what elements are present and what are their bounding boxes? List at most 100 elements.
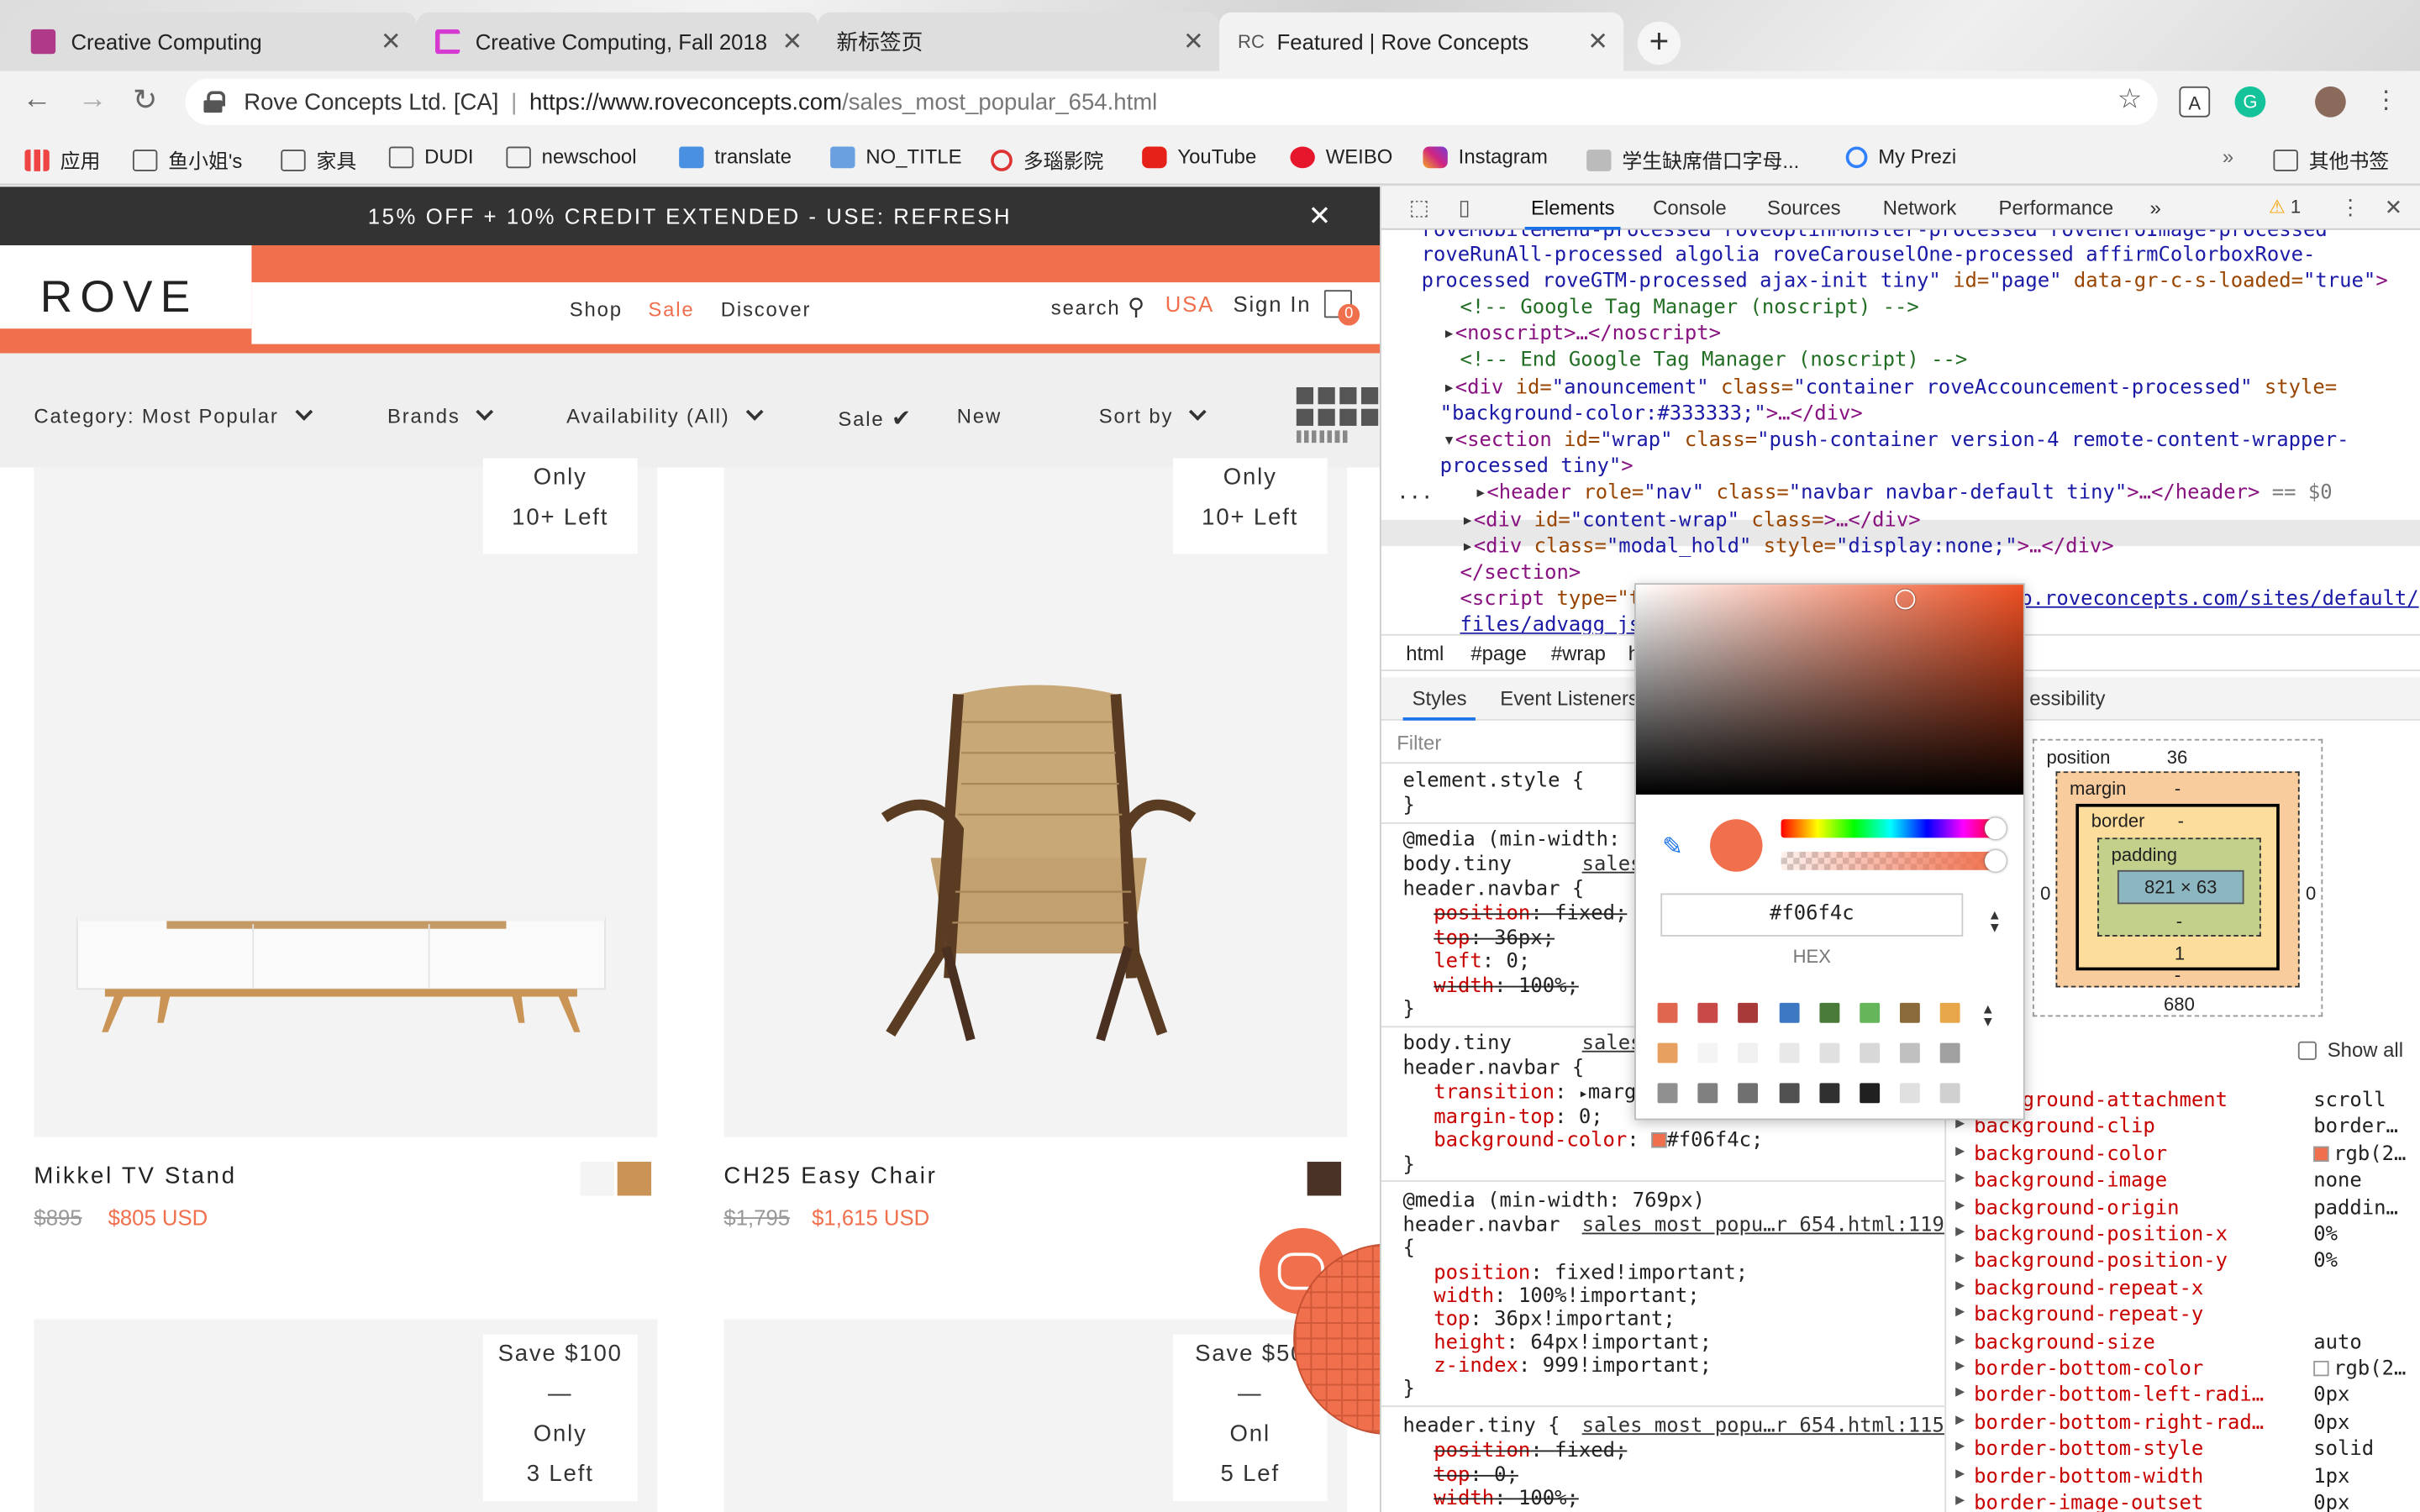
omnibox[interactable]: Rove Concepts Ltd. [CA] | https://www.ro… — [185, 78, 2158, 125]
palette-swatch[interactable] — [1860, 1002, 1881, 1023]
new-tab-button[interactable]: + — [1637, 21, 1681, 66]
palette-swatch[interactable] — [1940, 1002, 1961, 1023]
dom-line[interactable]: ▸<noscript>…</noscript> — [1443, 321, 1721, 348]
collapse-triangle-icon[interactable]: ▾ — [1443, 429, 1455, 453]
dom-line[interactable]: processed tiny"> — [1440, 454, 1634, 480]
rule-selector[interactable]: body.tiny — [1403, 853, 1512, 877]
palette-swatch[interactable] — [1819, 1083, 1839, 1104]
reload-icon[interactable]: ↻ — [127, 83, 164, 118]
tab-new-tab-page[interactable]: 新标签页 ✕ — [818, 12, 1219, 71]
nav-shop[interactable]: Shop — [570, 297, 623, 321]
expand-triangle-icon[interactable]: ▶ — [1955, 1224, 1965, 1241]
dom-line[interactable]: p.roveconcepts.com/sites/default/ — [2020, 586, 2418, 613]
bookmark-weibo[interactable]: WEIBO — [1290, 145, 1392, 168]
palette-swatch[interactable] — [1860, 1083, 1881, 1104]
more-tabs-icon[interactable]: » — [2150, 196, 2161, 219]
color-swatch[interactable] — [1651, 1132, 1667, 1148]
site-identity[interactable]: Rove Concepts Ltd. [CA] — [244, 89, 498, 115]
expand-triangle-icon[interactable]: ▶ — [1955, 1304, 1965, 1320]
profile-avatar-icon[interactable] — [2315, 86, 2346, 118]
rule-source-link[interactable]: sales — [1582, 1032, 1643, 1056]
css-declaration[interactable]: margin-top: 0; — [1434, 1106, 1602, 1130]
box-value[interactable]: - — [2178, 810, 2184, 832]
palette-swatch[interactable] — [1940, 1042, 1961, 1063]
box-content[interactable]: 821 × 63 — [2117, 869, 2244, 905]
rule-selector[interactable]: body.tiny — [1403, 1032, 1512, 1056]
nav-sale[interactable]: Sale — [648, 297, 694, 321]
css-declaration[interactable]: width: 100%; — [1434, 975, 1579, 999]
bookmark-youtube[interactable]: YouTube — [1142, 145, 1256, 168]
expand-triangle-icon[interactable]: ▶ — [1955, 1277, 1965, 1294]
bookmark-no-title[interactable]: NO_TITLE — [830, 145, 961, 168]
close-icon[interactable]: ✕ — [2385, 194, 2403, 220]
saturation-value-area[interactable] — [1635, 585, 2023, 795]
palette-swatch[interactable] — [1860, 1042, 1881, 1063]
expand-triangle-icon[interactable]: ▸ — [1461, 509, 1473, 533]
close-icon[interactable]: ✕ — [1587, 26, 1608, 57]
breadcrumb-item[interactable]: #wrap — [1551, 642, 1606, 665]
ellipsis-icon[interactable]: ... — [1397, 481, 1433, 505]
grammarly-icon[interactable]: G — [2234, 86, 2266, 118]
box-value[interactable]: 680 — [2164, 994, 2195, 1016]
css-declaration[interactable]: top: 36px!important; — [1434, 1309, 1676, 1332]
tab-event-listeners[interactable]: Event Listeners — [1500, 686, 1639, 710]
palette-swatch[interactable] — [1819, 1002, 1839, 1023]
expand-triangle-icon[interactable]: ▸ — [1475, 481, 1486, 505]
css-declaration[interactable]: height: 64px!important; — [1434, 1331, 1712, 1355]
grid-view-icon[interactable] — [1296, 387, 1380, 444]
expand-triangle-icon[interactable]: ▶ — [1955, 1492, 1965, 1509]
box-value[interactable]: 0 — [2040, 883, 2050, 905]
computed-property-row[interactable]: ▶ background-repeat-x — [1946, 1277, 2420, 1304]
product-name[interactable]: CH25 Easy Chair — [723, 1163, 937, 1189]
color-cursor[interactable] — [1895, 589, 1916, 610]
tab-accessibility[interactable]: essibility — [2029, 686, 2105, 710]
palette-swatch[interactable] — [1819, 1042, 1839, 1063]
dom-line[interactable]: "background-color:#333333;">…</div> — [1440, 402, 1863, 428]
palette-swatch[interactable] — [1738, 1002, 1759, 1023]
color-swatch[interactable] — [2313, 1146, 2329, 1162]
tab-creative-computing-fall-2018[interactable]: Creative Computing, Fall 2018 ✕ — [416, 12, 818, 71]
hue-slider[interactable] — [1781, 817, 2007, 840]
sign-in-link[interactable]: Sign In — [1234, 291, 1312, 316]
device-toolbar-icon[interactable]: ▯ — [1459, 194, 1470, 220]
palette-swatch[interactable] — [1657, 1002, 1678, 1023]
new-filter[interactable]: New — [957, 404, 1002, 428]
sale-filter[interactable]: Sale ✔ — [838, 404, 913, 432]
css-declaration[interactable]: z-index: 999!important; — [1434, 1355, 1712, 1378]
dom-line[interactable]: ▸<div id="anouncement" class="container … — [1443, 375, 2337, 402]
css-declaration[interactable]: left: 0; — [1434, 950, 1530, 974]
bookmark-star-icon[interactable]: ☆ — [2118, 83, 2143, 116]
computed-property-row[interactable]: ▶ background-repeat-y — [1946, 1304, 2420, 1331]
dom-line[interactable]: <script type="t — [1460, 586, 1642, 613]
dom-line[interactable]: ▸<div class="modal_hold" style="display:… — [1461, 533, 2113, 560]
dom-line[interactable]: files/advagg_js — [1460, 612, 1642, 634]
expand-triangle-icon[interactable]: ▶ — [1955, 1250, 1965, 1267]
expand-triangle-icon[interactable]: ▶ — [1955, 1143, 1965, 1160]
palette-swatch[interactable] — [1940, 1083, 1961, 1104]
expand-triangle-icon[interactable]: ▶ — [1955, 1465, 1965, 1482]
box-value[interactable]: 0 — [2306, 883, 2316, 905]
site-logo[interactable]: ROVE — [0, 245, 252, 329]
computed-property-row[interactable]: ▶ background-origin paddin… — [1946, 1197, 2420, 1224]
bookmark-prezi[interactable]: My Prezi — [1845, 145, 1956, 168]
color-swatch[interactable] — [617, 1162, 652, 1196]
css-declaration[interactable]: transition: ▸marg — [1434, 1082, 1636, 1107]
source-link[interactable]: sales — [1582, 1032, 1643, 1056]
kebab-menu-icon[interactable]: ⋮ — [2370, 87, 2402, 118]
warnings-badge[interactable]: ⚠ 1 — [2269, 196, 2301, 218]
expand-triangle-icon[interactable]: ▸ — [1443, 323, 1455, 346]
bookmark-folder[interactable]: newschool — [506, 145, 637, 168]
rule-selector[interactable]: element.style { — [1403, 770, 1585, 794]
palette-swatch[interactable] — [1738, 1042, 1759, 1063]
show-all-checkbox[interactable]: Show all — [2297, 1038, 2403, 1062]
tab-elements[interactable]: Elements — [1524, 196, 1622, 230]
box-value[interactable]: 1 — [2175, 942, 2185, 964]
expand-triangle-icon[interactable]: ▶ — [1955, 1197, 1965, 1214]
expand-triangle-icon[interactable]: ▶ — [1955, 1170, 1965, 1187]
source-link[interactable]: sales most popu…r 654.html:119 — [1582, 1214, 1944, 1237]
palette-swatch[interactable] — [1778, 1002, 1799, 1023]
css-declaration[interactable]: background-color: #f06f4c; — [1434, 1129, 1763, 1152]
rule-source-link[interactable]: sales most popu…r 654.html:119 — [1582, 1214, 1944, 1237]
rule-selector[interactable]: header.tiny { — [1403, 1415, 1560, 1438]
eyedropper-icon[interactable]: ✎ — [1662, 832, 1683, 863]
